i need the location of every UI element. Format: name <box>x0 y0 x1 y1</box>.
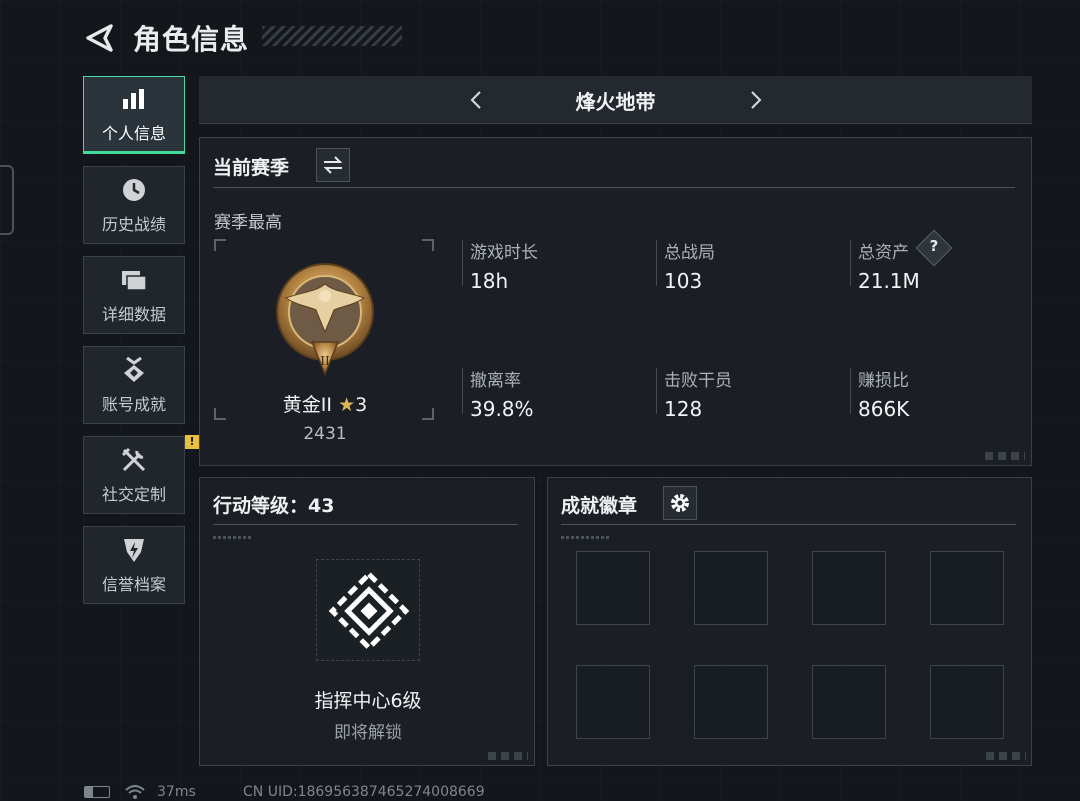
divider <box>462 240 463 286</box>
sidebar-item-label: 历史战绩 <box>101 215 166 234</box>
stat-label: 赚损比 <box>858 371 909 391</box>
stat-value: 39.8% <box>470 397 534 421</box>
divider <box>656 240 657 286</box>
stat-label: 总战局 <box>664 243 715 263</box>
rank-title: 黄金II ★3 <box>200 390 450 417</box>
mode-selector: 烽火地带 <box>199 76 1032 124</box>
decoration <box>561 536 609 539</box>
season-header: 当前赛季 <box>213 157 290 179</box>
clock-icon <box>119 175 149 205</box>
sidebar-item-history[interactable]: 历史战绩 <box>83 166 185 244</box>
mode-title: 烽火地带 <box>575 90 656 114</box>
sidebar-item-social-custom[interactable]: 社交定制 ! <box>83 435 199 514</box>
frame-corner <box>422 239 434 251</box>
unlock-title: 指挥中心6级 <box>314 690 422 712</box>
achievement-slot[interactable] <box>576 665 650 739</box>
shield-icon <box>119 535 149 565</box>
rank-name: 黄金II <box>282 394 333 416</box>
divider <box>213 524 518 525</box>
achievement-slot[interactable] <box>812 551 886 625</box>
ping-value: 37ms <box>157 784 196 800</box>
season-best-label: 赛季最高 <box>214 213 282 233</box>
action-level-header: 行动等级：43 <box>213 495 335 517</box>
season-panel: 当前赛季 赛季最高 II 黄金II ★3 2431 游戏时长 18h 总战局 1… <box>199 137 1032 466</box>
star-icon: ★ <box>338 394 356 416</box>
back-button[interactable] <box>84 22 116 54</box>
achievements-header: 成就徽章 <box>561 495 638 517</box>
battery-icon <box>84 786 110 798</box>
sidebar-item-label: 信誉档案 <box>101 575 166 594</box>
achievement-slot[interactable] <box>930 665 1004 739</box>
tools-icon <box>119 445 149 475</box>
command-center-emblem <box>316 559 420 661</box>
unlock-subtitle: 即将解锁 <box>334 723 402 743</box>
swap-icon <box>323 156 343 174</box>
sidebar-item-personal-info[interactable]: 个人信息 <box>83 76 185 154</box>
corner-decoration <box>488 752 528 760</box>
next-mode-button[interactable] <box>741 86 769 114</box>
achievements-panel: 成就徽章 <box>547 477 1032 766</box>
sidebar-item-label: 个人信息 <box>101 124 166 143</box>
uid-label: CN UID:1869563874652740086​69 <box>243 784 485 800</box>
folder-icon <box>119 265 149 295</box>
achievement-settings-button[interactable] <box>663 486 697 520</box>
divider <box>850 240 851 286</box>
achievement-slot[interactable] <box>576 551 650 625</box>
stat-label: 撤离率 <box>470 371 521 391</box>
bar-chart-icon <box>119 84 149 114</box>
stat-label: 游戏时长 <box>470 243 538 263</box>
action-level-panel: 行动等级：43 指挥中心6级 即将解锁 <box>199 477 535 766</box>
stat-value: 103 <box>664 269 703 293</box>
edge-bracket-decoration <box>0 165 14 235</box>
sidebar-item-credit-file[interactable]: 信誉档案 <box>83 526 185 604</box>
back-arrow-icon <box>86 24 113 52</box>
rank-points: 2431 <box>303 424 347 444</box>
divider <box>462 368 463 414</box>
achievement-slot[interactable] <box>694 665 768 739</box>
divider <box>213 187 1015 188</box>
sidebar-item-label: 详细数据 <box>101 305 166 324</box>
sidebar-item-label: 社交定制 <box>101 485 166 504</box>
page-title: 角色信息 <box>133 23 250 56</box>
corner-decoration <box>985 452 1025 460</box>
sidebar-item-achievements[interactable]: 账号成就 <box>83 346 185 424</box>
medal-icon <box>119 355 149 385</box>
svg-text:II: II <box>320 354 330 368</box>
title-decoration <box>262 26 402 46</box>
notification-badge: ! <box>185 435 199 449</box>
help-icon: ? <box>929 237 939 255</box>
sidebar-item-detailed-data[interactable]: 详细数据 <box>83 256 185 334</box>
achievement-slot[interactable] <box>930 551 1004 625</box>
frame-corner <box>214 239 226 251</box>
achievement-slot[interactable] <box>694 551 768 625</box>
decoration <box>213 536 253 539</box>
divider <box>850 368 851 414</box>
stat-value: 128 <box>664 397 703 421</box>
switch-season-button[interactable] <box>316 148 350 182</box>
stat-label: 总资产 <box>858 243 909 263</box>
chevron-right-icon <box>751 91 762 109</box>
sidebar-item-label: 账号成就 <box>101 395 166 414</box>
stat-label: 击败干员 <box>664 371 732 391</box>
stat-value: 866K <box>858 397 910 421</box>
corner-decoration <box>986 752 1026 760</box>
stat-value: 21.1M <box>858 269 920 293</box>
rank-emblem-icon: II <box>272 262 378 380</box>
divider <box>561 524 1016 525</box>
command-center-icon <box>328 570 410 652</box>
divider <box>656 368 657 414</box>
gear-icon <box>671 494 689 512</box>
rank-stars: 3 <box>355 394 368 416</box>
achievement-slot[interactable] <box>812 665 886 739</box>
stat-value: 18h <box>470 269 509 293</box>
wifi-icon <box>125 785 145 799</box>
